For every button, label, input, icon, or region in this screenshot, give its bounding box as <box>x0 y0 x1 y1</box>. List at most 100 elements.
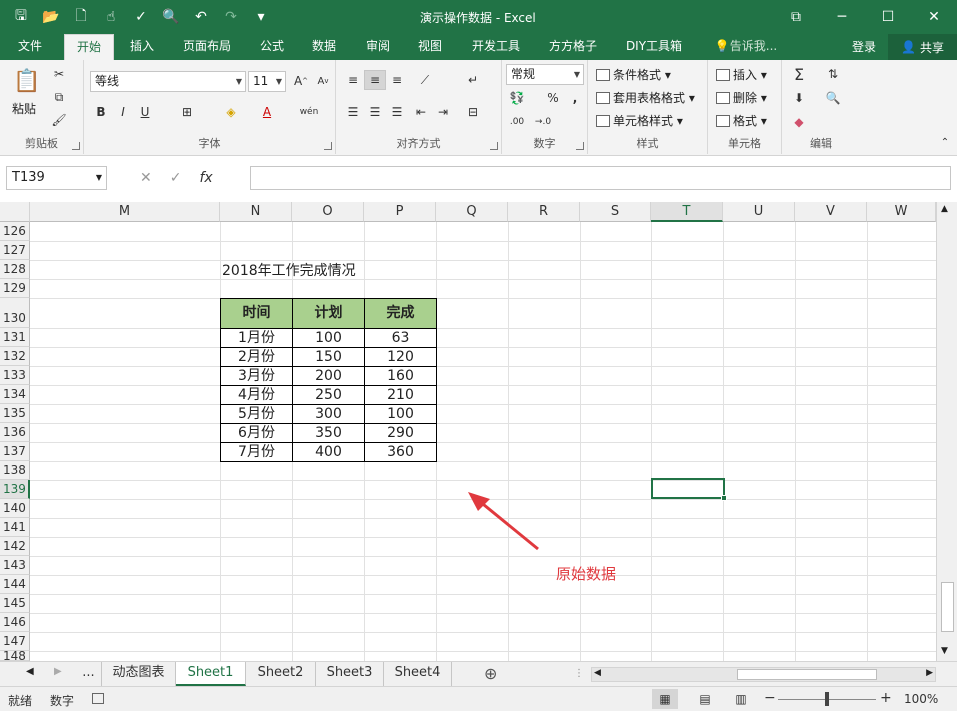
tab-view[interactable]: 视图 <box>408 34 452 60</box>
name-box[interactable]: T139 ▼ <box>6 166 107 190</box>
row-header[interactable]: 127 <box>0 241 30 260</box>
row-header[interactable]: 138 <box>0 461 30 480</box>
sheet-tab-sheet3[interactable]: Sheet3 <box>316 662 384 686</box>
row-header[interactable]: 128 <box>0 260 30 279</box>
sheet-tab-sheet4[interactable]: Sheet4 <box>384 662 452 686</box>
increase-decimal-button[interactable]: .00 <box>506 112 528 132</box>
scroll-up-icon[interactable]: ▲ <box>941 204 948 214</box>
clear-icon[interactable]: ◆ <box>788 112 810 132</box>
row-header[interactable]: 132 <box>0 347 30 366</box>
customize-qat-icon[interactable]: ▾ <box>248 6 274 28</box>
close-button[interactable]: ✕ <box>911 0 957 34</box>
row-header[interactable]: 136 <box>0 423 30 442</box>
sheet-tab-dynamic-chart[interactable]: 动态图表 <box>102 662 176 686</box>
more-sheets-button[interactable]: ... <box>76 662 102 686</box>
table-cell[interactable]: 3月份 <box>220 366 293 386</box>
percent-style-button[interactable]: % <box>542 88 564 108</box>
sheet-title-cell[interactable]: 2018年工作完成情况 <box>222 260 356 280</box>
undo-icon[interactable]: ↶ <box>188 6 214 28</box>
ribbon-display-options-icon[interactable]: ⧉ <box>773 0 819 34</box>
align-bottom-icon[interactable]: ≡ <box>386 70 408 90</box>
bold-button[interactable]: B <box>90 102 112 122</box>
row-header[interactable]: 135 <box>0 404 30 423</box>
table-header-cell[interactable]: 时间 <box>220 298 293 329</box>
row-header[interactable]: 131 <box>0 328 30 347</box>
paste-icon[interactable]: 📋 <box>12 66 42 96</box>
table-cell[interactable]: 350 <box>292 423 365 443</box>
sheet-tab-sheet1[interactable]: Sheet1 <box>176 662 246 686</box>
tab-page-layout[interactable]: 页面布局 <box>172 34 242 60</box>
open-folder-icon[interactable]: 📂 <box>38 6 64 28</box>
zoom-level[interactable]: 100% <box>904 692 938 706</box>
scroll-left-icon[interactable]: ◀ <box>594 668 601 678</box>
column-header[interactable]: O <box>292 202 364 222</box>
table-cell[interactable]: 100 <box>292 328 365 348</box>
increase-indent-icon[interactable]: ⇥ <box>432 102 454 122</box>
normal-view-icon[interactable]: ▦ <box>652 689 678 709</box>
find-select-icon[interactable]: 🔍 <box>822 88 844 108</box>
italic-button[interactable]: I <box>112 102 134 122</box>
table-cell[interactable]: 63 <box>364 328 437 348</box>
redo-icon[interactable]: ↷ <box>218 6 244 28</box>
table-cell[interactable]: 200 <box>292 366 365 386</box>
tab-diy-toolbox[interactable]: DIY工具箱 <box>614 34 694 60</box>
prev-sheet-icon[interactable]: ◀ <box>26 666 34 677</box>
row-header[interactable]: 140 <box>0 499 30 518</box>
row-header[interactable]: 145 <box>0 594 30 613</box>
share-button[interactable]: 👤 共享 <box>888 34 957 60</box>
merge-center-icon[interactable]: ⊟ <box>462 102 484 122</box>
number-format-combo[interactable]: 常规 ▼ <box>506 64 584 85</box>
insert-function-button[interactable]: fx <box>199 170 212 186</box>
autosum-icon[interactable]: Σ <box>788 64 810 84</box>
table-cell[interactable]: 5月份 <box>220 404 293 424</box>
table-cell[interactable]: 160 <box>364 366 437 386</box>
add-sheet-icon[interactable]: ⊕ <box>484 664 497 683</box>
table-cell[interactable]: 400 <box>292 442 365 462</box>
align-left-icon[interactable]: ☰ <box>342 102 364 122</box>
decrease-font-icon[interactable]: Av <box>312 71 334 91</box>
table-cell[interactable]: 1月份 <box>220 328 293 348</box>
table-cell[interactable]: 210 <box>364 385 437 405</box>
paste-button[interactable]: 粘贴 <box>12 100 36 117</box>
print-preview-icon[interactable]: 🔍 <box>158 6 184 28</box>
tab-split-handle-icon[interactable]: ⋮ <box>574 668 584 679</box>
sort-filter-icon[interactable]: ⇅ <box>822 64 844 84</box>
font-launcher-icon[interactable] <box>324 142 332 150</box>
table-cell[interactable]: 150 <box>292 347 365 367</box>
row-header[interactable]: 126 <box>0 222 30 241</box>
enter-icon[interactable]: ✓ <box>170 170 182 186</box>
conditional-formatting-button[interactable]: 条件格式 ▾ <box>596 66 671 83</box>
table-cell[interactable]: 2月份 <box>220 347 293 367</box>
formula-input[interactable] <box>250 166 951 190</box>
tab-home[interactable]: 开始 <box>64 34 114 60</box>
table-cell[interactable]: 4月份 <box>220 385 293 405</box>
underline-button[interactable]: U <box>134 102 156 122</box>
orientation-icon[interactable]: ⟋ <box>414 70 436 90</box>
table-header-cell[interactable]: 计划 <box>292 298 365 329</box>
row-header[interactable]: 133 <box>0 366 30 385</box>
format-as-table-button[interactable]: 套用表格格式 ▾ <box>596 89 695 106</box>
accounting-format-icon[interactable]: 💱 <box>506 88 528 108</box>
cancel-icon[interactable]: ✕ <box>140 170 152 186</box>
decrease-decimal-button[interactable]: →.0 <box>532 112 554 132</box>
new-file-icon[interactable]: 🗋 <box>68 6 94 28</box>
table-cell[interactable]: 7月份 <box>220 442 293 462</box>
page-break-view-icon[interactable]: ▥ <box>730 689 752 709</box>
tab-review[interactable]: 审阅 <box>356 34 400 60</box>
tab-insert[interactable]: 插入 <box>118 34 166 60</box>
spell-check-icon[interactable]: ✓ <box>128 6 154 28</box>
login-link[interactable]: 登录 <box>852 38 876 55</box>
format-painter-icon[interactable]: 🖌 <box>48 110 70 130</box>
decrease-indent-icon[interactable]: ⇤ <box>410 102 432 122</box>
align-right-icon[interactable]: ☰ <box>386 102 408 122</box>
table-cell[interactable]: 100 <box>364 404 437 424</box>
minimize-button[interactable]: ─ <box>819 0 865 34</box>
insert-cells-button[interactable]: 插入 ▾ <box>716 66 767 83</box>
save-icon[interactable]: 🖫 <box>8 6 34 28</box>
collapse-ribbon-icon[interactable]: ⌃ <box>934 132 956 152</box>
fill-color-icon[interactable]: ◈ <box>220 102 242 122</box>
row-header[interactable]: 142 <box>0 537 30 556</box>
vertical-scroll-thumb[interactable] <box>941 582 954 632</box>
table-cell[interactable]: 120 <box>364 347 437 367</box>
format-cells-button[interactable]: 格式 ▾ <box>716 112 767 129</box>
